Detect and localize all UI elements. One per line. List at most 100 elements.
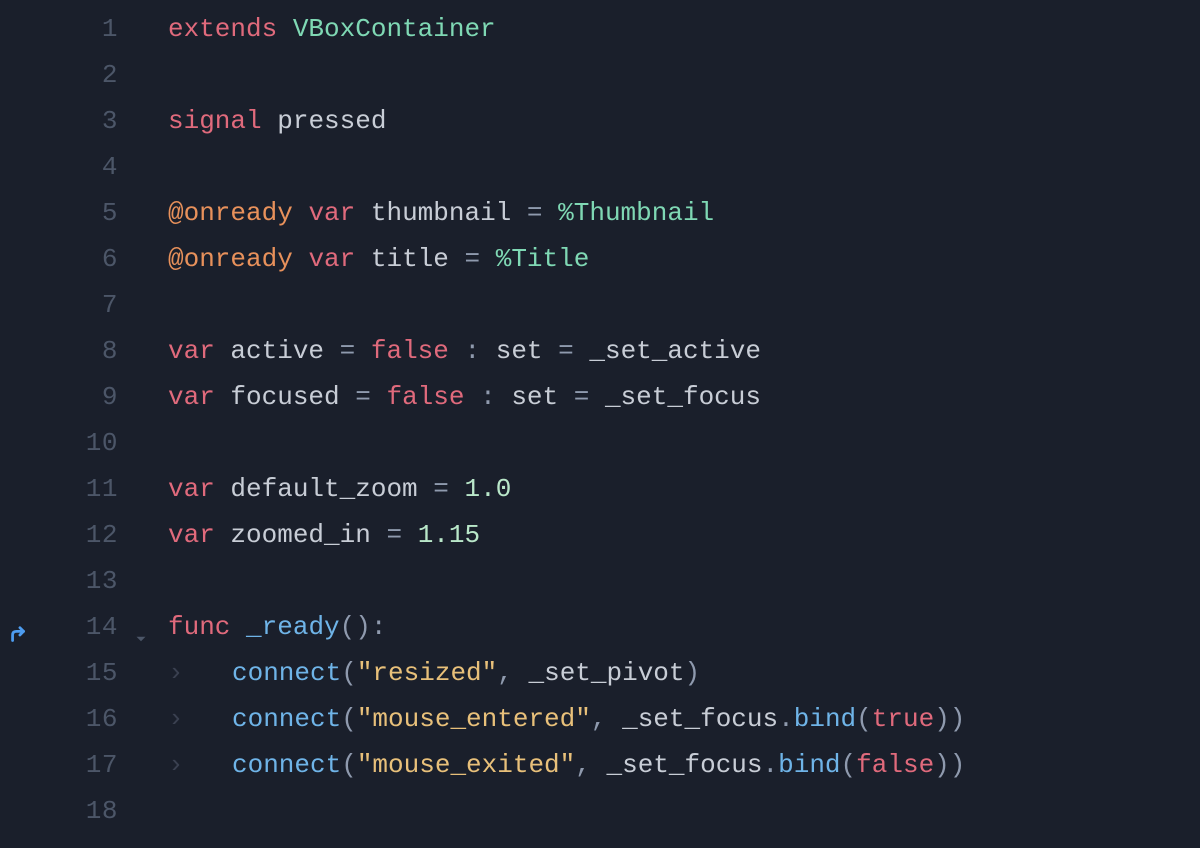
gutter-line[interactable]: 6 [0, 236, 128, 282]
token: "resized" [357, 658, 497, 688]
line-number: 18 [86, 788, 118, 834]
token [480, 336, 496, 366]
token: = [464, 244, 480, 274]
gutter-line[interactable]: 17 [0, 742, 128, 788]
gutter-line[interactable]: 14 [0, 604, 128, 650]
code-line[interactable] [168, 420, 1200, 466]
gutter-line[interactable]: 8 [0, 328, 128, 374]
code-line[interactable]: var focused = false : set = _set_focus [168, 374, 1200, 420]
token [277, 14, 293, 44]
code-line[interactable] [168, 558, 1200, 604]
token: var [168, 474, 215, 504]
token: thumbnail [371, 198, 511, 228]
line-number: 8 [102, 328, 118, 374]
gutter-line[interactable]: 15 [0, 650, 128, 696]
token: , [591, 704, 607, 734]
gutter-line[interactable]: 16 [0, 696, 128, 742]
token [574, 336, 590, 366]
token: 1.0 [464, 474, 511, 504]
code-line[interactable]: › connect("resized", _set_pivot) [168, 650, 1200, 696]
token: _set_active [589, 336, 761, 366]
token [340, 382, 356, 412]
token: var [168, 382, 215, 412]
code-line[interactable]: › connect("mouse_exited", _set_focus.bin… [168, 742, 1200, 788]
token [324, 336, 340, 366]
token: () [340, 612, 371, 642]
token [371, 520, 387, 550]
token: = [558, 336, 574, 366]
token [449, 474, 465, 504]
token: ( [341, 704, 357, 734]
code-line[interactable] [168, 144, 1200, 190]
gutter-line[interactable]: 10 [0, 420, 128, 466]
line-number: 11 [86, 466, 118, 512]
token: = [527, 198, 543, 228]
line-number: 15 [86, 650, 118, 696]
token: _set_pivot [528, 658, 684, 688]
token: ) [934, 750, 950, 780]
code-line[interactable]: @onready var title = %Title [168, 236, 1200, 282]
indent-guide: › [168, 696, 232, 742]
line-number: 7 [102, 282, 118, 328]
token: ( [856, 704, 872, 734]
token [418, 474, 434, 504]
code-area[interactable]: extends VBoxContainer signal pressed @onre… [128, 6, 1200, 848]
token: active [230, 336, 324, 366]
gutter: 123456789101112131415161718 [0, 6, 128, 848]
code-line[interactable] [168, 788, 1200, 834]
code-line[interactable]: func _ready(): [168, 604, 1200, 650]
token: : [371, 612, 387, 642]
override-icon[interactable] [8, 616, 30, 638]
token: "mouse_entered" [357, 704, 591, 734]
code-line[interactable]: signal pressed [168, 98, 1200, 144]
line-number: 16 [86, 696, 118, 742]
gutter-line[interactable]: 1 [0, 6, 128, 52]
token: @onready [168, 244, 293, 274]
code-line[interactable]: var default_zoom = 1.0 [168, 466, 1200, 512]
token: ( [341, 750, 357, 780]
code-line[interactable] [168, 282, 1200, 328]
code-line[interactable]: › connect("mouse_entered", _set_focus.bi… [168, 696, 1200, 742]
token: bind [778, 750, 840, 780]
token: var [308, 244, 355, 274]
token [293, 244, 309, 274]
code-line[interactable]: @onready var thumbnail = %Thumbnail [168, 190, 1200, 236]
line-number: 12 [86, 512, 118, 558]
indent-guide: › [168, 742, 232, 788]
token [262, 106, 278, 136]
code-line[interactable]: var zoomed_in = 1.15 [168, 512, 1200, 558]
token: extends [168, 14, 277, 44]
line-number: 2 [102, 52, 118, 98]
code-line[interactable] [168, 52, 1200, 98]
token [558, 382, 574, 412]
token: connect [232, 750, 341, 780]
token [215, 382, 231, 412]
token [371, 382, 387, 412]
gutter-line[interactable]: 4 [0, 144, 128, 190]
gutter-line[interactable]: 2 [0, 52, 128, 98]
gutter-line[interactable]: 7 [0, 282, 128, 328]
gutter-line[interactable]: 12 [0, 512, 128, 558]
token: bind [794, 704, 856, 734]
token [355, 244, 371, 274]
token: _ready [246, 612, 340, 642]
gutter-line[interactable]: 3 [0, 98, 128, 144]
fold-icon[interactable] [132, 618, 150, 636]
gutter-line[interactable]: 5 [0, 190, 128, 236]
code-editor[interactable]: 123456789101112131415161718 extends VBox… [0, 0, 1200, 848]
token: title [371, 244, 449, 274]
gutter-line[interactable]: 18 [0, 788, 128, 834]
code-line[interactable]: var active = false : set = _set_active [168, 328, 1200, 374]
token: , [497, 658, 513, 688]
gutter-line[interactable]: 11 [0, 466, 128, 512]
line-number: 9 [102, 374, 118, 420]
token: func [168, 612, 230, 642]
token [480, 244, 496, 274]
token: var [168, 336, 215, 366]
line-number: 4 [102, 144, 118, 190]
token: signal [168, 106, 262, 136]
gutter-line[interactable]: 13 [0, 558, 128, 604]
token [464, 382, 480, 412]
code-line[interactable]: extends VBoxContainer [168, 6, 1200, 52]
gutter-line[interactable]: 9 [0, 374, 128, 420]
